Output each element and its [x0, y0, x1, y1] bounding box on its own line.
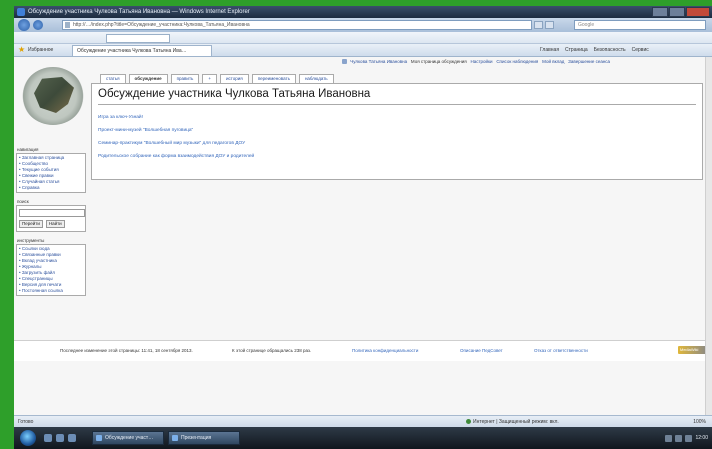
- start-button-icon[interactable]: [20, 430, 36, 446]
- search-input[interactable]: Google: [574, 20, 706, 30]
- close-icon[interactable]: [686, 7, 710, 17]
- window-titlebar: Обсуждение участника Чулкова Татьяна Ива…: [14, 6, 712, 18]
- pbar-user[interactable]: Чулкова Татьяна Ивановна: [350, 59, 407, 64]
- quicklaunch-ie-icon[interactable]: [44, 434, 52, 442]
- tab-move[interactable]: переименовать: [251, 74, 296, 83]
- favorites-label[interactable]: Избранное: [28, 44, 53, 56]
- ie-icon: [17, 8, 25, 16]
- mediawiki-badge[interactable]: MediaWiki: [678, 346, 708, 354]
- address-actions: [534, 21, 554, 29]
- find-button[interactable]: Найти: [45, 220, 65, 228]
- links-toolbar: [14, 32, 712, 44]
- talk-link-4[interactable]: Родительское собрание как форма взаимоде…: [98, 150, 254, 163]
- tray-volume-icon[interactable]: [675, 434, 683, 442]
- footer-views: К этой странице обращались 238 раз.: [232, 348, 312, 353]
- system-tray: 12:00: [665, 432, 708, 444]
- tab-watch[interactable]: наблюдать: [298, 74, 334, 83]
- tools-portlet: • Ссылки сюда • Связанные правки • Вклад…: [16, 244, 86, 296]
- sidebar: навигация • Заглавная страница • Сообщес…: [14, 147, 90, 296]
- page-footer: Последнее изменение этой страницы: 11:41…: [14, 340, 708, 361]
- nav-portlet: • Заглавная страница • Сообщество • Теку…: [16, 153, 86, 193]
- tray-network-icon[interactable]: [665, 434, 673, 442]
- cmd-tools[interactable]: Сервис: [632, 44, 649, 56]
- footer-privacy[interactable]: Политика конфиденциальности: [352, 348, 418, 353]
- tab-row: ★ Избранное Обсуждение участника Чулкова…: [14, 44, 712, 57]
- globe-icon: [466, 419, 471, 425]
- tab-current[interactable]: Обсуждение участника Чулкова Татьяна Ива…: [72, 45, 212, 56]
- web-page: Чулкова Татьяна Ивановна Моя страница об…: [14, 57, 712, 415]
- talk-links: Игра за ключ-Узнай! Проект-мини-музей "В…: [98, 111, 254, 163]
- footer-about[interactable]: Описание ПедСовет: [460, 348, 503, 353]
- wiki-search-input[interactable]: [19, 209, 85, 217]
- search-buttons: Перейти Найти: [19, 220, 83, 228]
- nav-item-help[interactable]: • Справка: [19, 185, 83, 191]
- page-tabs: статья обсуждение править + история пере…: [100, 74, 334, 83]
- task-presentation[interactable]: Презентация: [168, 431, 240, 445]
- pbar-talk[interactable]: Моя страница обсуждения: [411, 59, 467, 64]
- tool-permalink[interactable]: • Постоянная ссылка: [19, 288, 83, 294]
- forward-icon[interactable]: [33, 20, 43, 30]
- address-toolbar: http://…/index.php?title=Обсуждение_учас…: [14, 18, 712, 32]
- maximize-icon[interactable]: [669, 7, 685, 17]
- content-area: Обсуждение участника Чулкова Татьяна Ива…: [91, 83, 703, 180]
- stop-icon[interactable]: [545, 21, 554, 29]
- refresh-icon[interactable]: [534, 21, 543, 29]
- cmd-page[interactable]: Страница: [565, 44, 588, 56]
- address-input[interactable]: http://…/index.php?title=Обсуждение_учас…: [62, 20, 532, 30]
- page-scrollbar[interactable]: [705, 57, 712, 415]
- site-logo[interactable]: [22, 67, 84, 125]
- personal-bar: Чулкова Татьяна Ивановна Моя страница об…: [342, 58, 704, 66]
- window-controls: [652, 7, 710, 17]
- footer-modified: Последнее изменение этой страницы: 11:41…: [60, 348, 193, 353]
- search-header: поиск: [17, 199, 29, 204]
- pbar-contribs[interactable]: Мой вклад: [542, 59, 564, 64]
- talk-link-1[interactable]: Игра за ключ-Узнай!: [98, 111, 254, 124]
- search-portlet: Перейти Найти: [16, 205, 86, 232]
- tab-article[interactable]: статья: [100, 74, 126, 83]
- favorites-star-icon[interactable]: ★: [18, 46, 26, 54]
- tools-header: инструменты: [17, 238, 45, 243]
- ppt-task-icon: [172, 435, 178, 441]
- minimize-icon[interactable]: [652, 7, 668, 17]
- cmd-home[interactable]: Главная: [540, 44, 559, 56]
- page-title: Обсуждение участника Чулкова Татьяна Ива…: [98, 88, 371, 100]
- nav-header: навигация: [17, 147, 39, 152]
- cmd-safety[interactable]: Безопасность: [594, 44, 626, 56]
- toolbar-search-field[interactable]: [106, 34, 170, 43]
- tray-lang-icon[interactable]: [685, 434, 693, 442]
- tray-clock[interactable]: 12:00: [695, 435, 708, 442]
- page-icon: [65, 22, 70, 28]
- ie-task-icon: [96, 435, 102, 441]
- back-icon[interactable]: [18, 19, 30, 31]
- talk-link-3[interactable]: Семинар-практикум "Волшебный мир музыки"…: [98, 137, 254, 150]
- command-bar: Главная Страница Безопасность Сервис: [540, 44, 649, 56]
- heading-divider: [98, 104, 696, 105]
- tab-add-section[interactable]: +: [202, 74, 217, 83]
- tab-history[interactable]: история: [220, 74, 249, 83]
- pbar-logout[interactable]: Завершение сеанса: [568, 59, 610, 64]
- screenshot-screen: Обсуждение участника Чулкова Татьяна Ива…: [14, 6, 712, 449]
- pbar-prefs[interactable]: Настройки: [470, 59, 492, 64]
- windows-taskbar: Обсуждение участ… Презентация 12:00: [14, 427, 712, 449]
- quicklaunch-desktop-icon[interactable]: [56, 434, 64, 442]
- tab-edit[interactable]: править: [170, 74, 200, 83]
- pbar-watchlist[interactable]: Список наблюдения: [496, 59, 538, 64]
- quicklaunch-media-icon[interactable]: [68, 434, 76, 442]
- footer-disclaimers[interactable]: Отказ от ответственности: [534, 348, 588, 353]
- tab-discussion[interactable]: обсуждение: [128, 74, 168, 83]
- go-button[interactable]: Перейти: [19, 220, 43, 228]
- user-icon: [342, 59, 347, 65]
- task-ie[interactable]: Обсуждение участ…: [92, 431, 164, 445]
- talk-link-2[interactable]: Проект-мини-музей "Волшебная пуговица": [98, 124, 254, 137]
- window-title: Обсуждение участника Чулкова Татьяна Ива…: [28, 9, 250, 15]
